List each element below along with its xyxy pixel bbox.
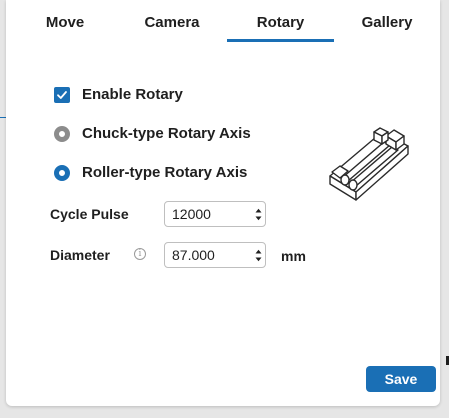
tab-camera[interactable]: Camera: [140, 14, 204, 42]
roller-type-radio[interactable]: [54, 164, 70, 181]
roller-rotary-device-image: [329, 127, 409, 201]
check-icon: [57, 90, 67, 99]
info-icon[interactable]: i: [134, 248, 146, 260]
roller-type-label: Roller-type Rotary Axis: [82, 164, 248, 181]
tab-bar: Move Camera Rotary Gallery: [6, 0, 440, 42]
chuck-type-option[interactable]: Chuck-type Rotary Axis: [54, 125, 251, 142]
roller-type-option[interactable]: Roller-type Rotary Axis: [54, 164, 247, 181]
enable-rotary-option[interactable]: Enable Rotary: [54, 86, 183, 103]
chuck-type-radio[interactable]: [54, 125, 70, 142]
enable-rotary-checkbox[interactable]: [54, 86, 70, 103]
settings-panel: Move Camera Rotary Gallery Enable Rotary…: [6, 0, 440, 406]
diameter-stepper[interactable]: 87.000: [164, 242, 266, 268]
chevron-up-down-icon[interactable]: [251, 202, 265, 226]
tab-rotary[interactable]: Rotary: [227, 14, 334, 42]
tab-move[interactable]: Move: [44, 14, 86, 42]
chuck-type-label: Chuck-type Rotary Axis: [82, 125, 251, 142]
cycle-pulse-stepper[interactable]: 12000: [164, 201, 266, 227]
tab-gallery[interactable]: Gallery: [356, 14, 418, 42]
cycle-pulse-value[interactable]: 12000: [165, 206, 251, 222]
save-button[interactable]: Save: [366, 366, 436, 392]
chevron-up-down-icon[interactable]: [251, 243, 265, 267]
enable-rotary-label: Enable Rotary: [82, 86, 183, 103]
diameter-unit: mm: [281, 248, 306, 264]
diameter-label: Diameter: [50, 247, 110, 263]
diameter-value[interactable]: 87.000: [165, 247, 251, 263]
cycle-pulse-label: Cycle Pulse: [50, 206, 129, 222]
